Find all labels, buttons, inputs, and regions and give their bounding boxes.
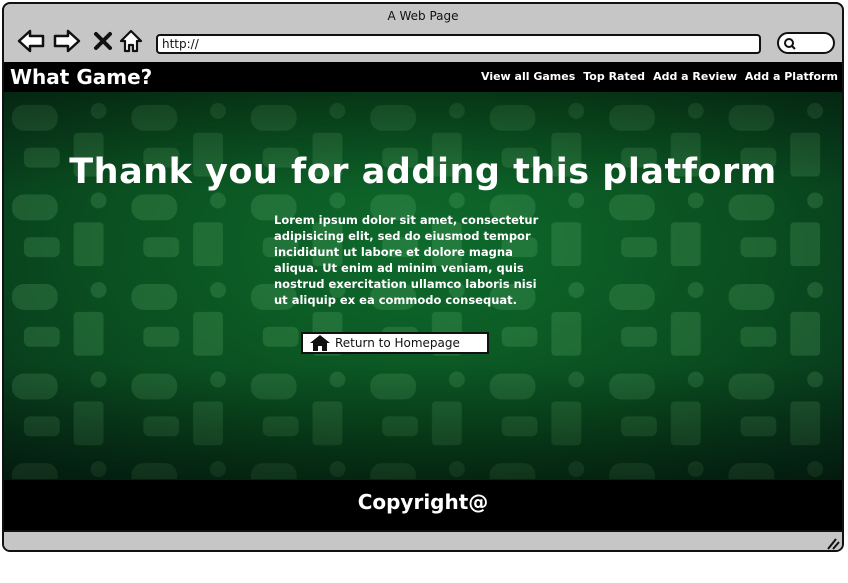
address-bar[interactable]: http:// <box>156 34 761 54</box>
forward-arrow-icon <box>53 29 81 53</box>
site-footer: Copyright@ <box>4 480 842 530</box>
browser-status-bar <box>4 530 842 550</box>
hero-section: Thank you for adding this platform Lorem… <box>4 92 842 480</box>
site-logo[interactable]: What Game? <box>10 64 152 90</box>
confirmation-body-text: Lorem ipsum dolor sit amet, consectetur … <box>274 213 539 307</box>
nav-add-a-platform[interactable]: Add a Platform <box>745 70 838 83</box>
resize-grip-icon[interactable] <box>824 536 840 550</box>
nav-view-all-games[interactable]: View all Games <box>481 70 575 83</box>
site-nav: View all Games Top Rated Add a Review Ad… <box>481 70 838 83</box>
nav-add-a-review[interactable]: Add a Review <box>653 70 737 83</box>
return-to-homepage-label: Return to Homepage <box>335 336 460 350</box>
return-to-homepage-button[interactable]: Return to Homepage <box>301 332 489 354</box>
window-title: A Web Page <box>387 9 459 23</box>
home-icon <box>119 29 143 53</box>
stop-button[interactable] <box>88 26 118 56</box>
forward-button[interactable] <box>52 26 82 56</box>
confirmation-heading: Thank you for adding this platform <box>69 152 777 192</box>
back-button[interactable] <box>16 26 46 56</box>
search-icon <box>784 38 796 50</box>
browser-window: A Web Page http:// What Game? View all G… <box>2 2 844 552</box>
nav-top-rated[interactable]: Top Rated <box>583 70 645 83</box>
home-icon <box>310 335 330 351</box>
browser-toolbar: http:// <box>4 26 842 62</box>
home-nav-button[interactable] <box>116 26 146 56</box>
back-arrow-icon <box>17 29 45 53</box>
browser-search-box[interactable] <box>777 32 835 54</box>
site-header: What Game? View all Games Top Rated Add … <box>4 62 842 92</box>
close-icon <box>94 32 112 50</box>
